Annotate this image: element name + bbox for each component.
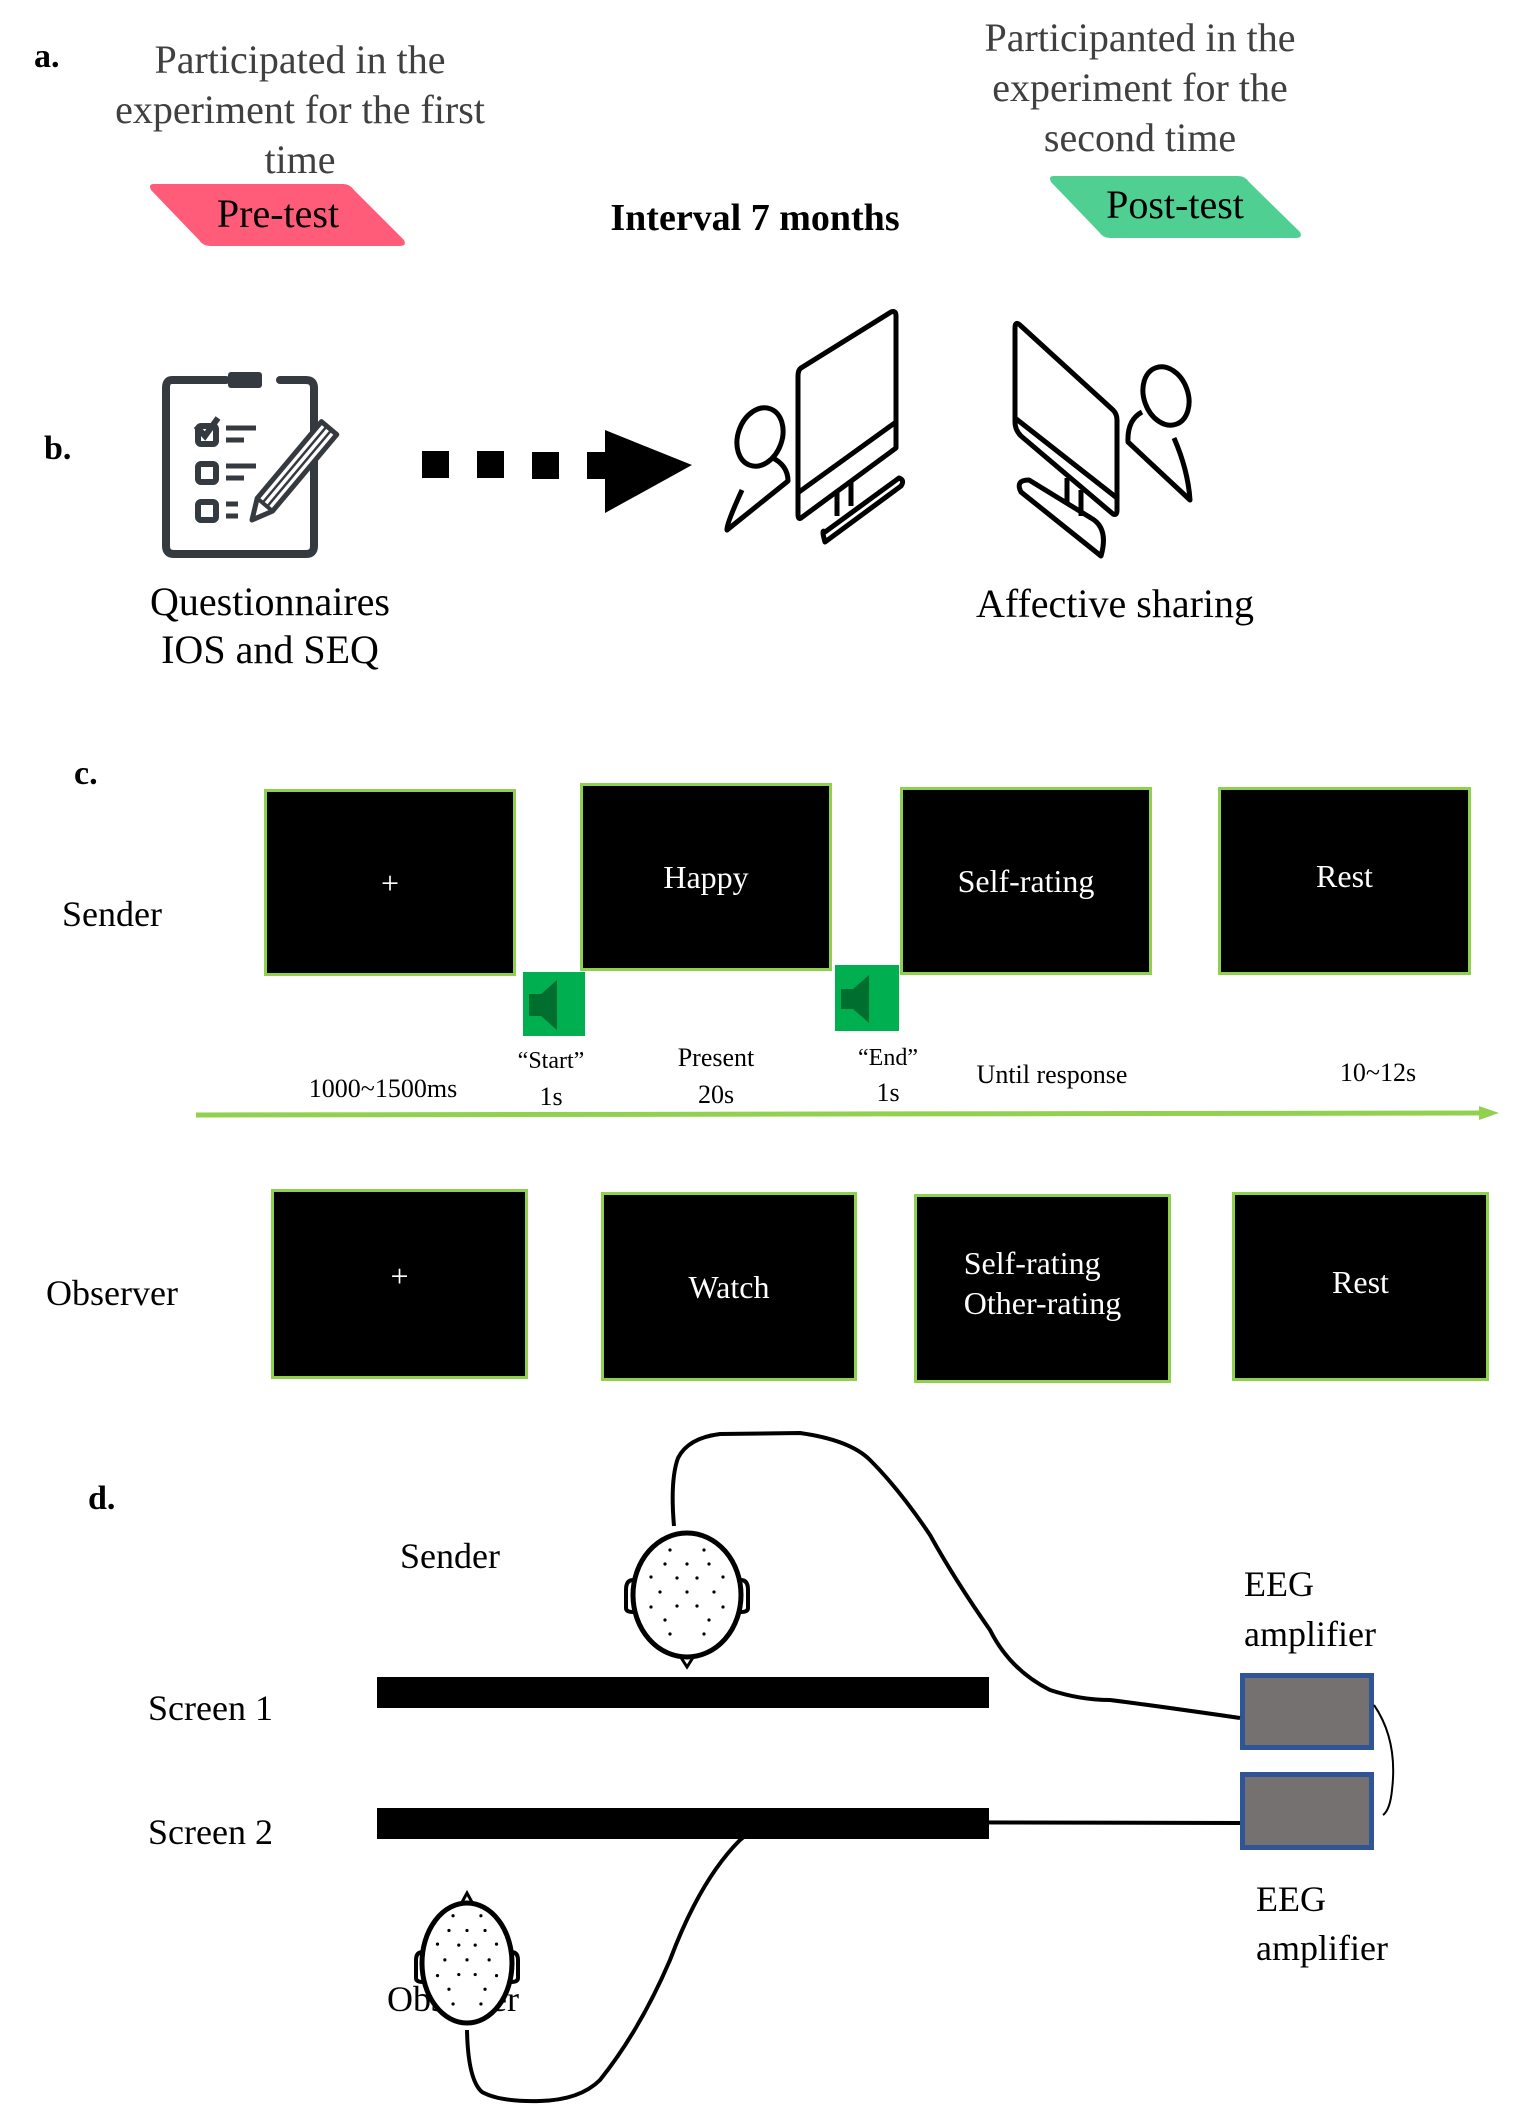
electrode-dot [649, 1605, 653, 1609]
electrode-dot [473, 1943, 477, 1947]
electrode-dot [695, 1576, 699, 1580]
sender-head-icon [624, 1530, 750, 1670]
electrode-dot [435, 1942, 440, 1946]
amplifier-link-cable [1373, 1704, 1395, 1816]
electrode-dot [479, 1914, 483, 1918]
electrode-dot [675, 1604, 679, 1608]
electrode-dot [668, 1632, 672, 1636]
electrode-dot [668, 1548, 672, 1552]
electrode-dot [702, 1632, 706, 1636]
observer-eeg-cable [465, 1819, 1241, 2104]
electrode-dot [695, 1604, 699, 1608]
electrode-dot [483, 1928, 487, 1933]
electrode-dot [447, 1928, 451, 1933]
electrode-dot [483, 1987, 487, 1991]
electrode-dot [658, 1590, 662, 1594]
electrode-dot [649, 1575, 653, 1579]
electrode-dot [447, 1987, 451, 1991]
electrode-dot [465, 1958, 469, 1962]
electrode-dot [685, 1562, 689, 1566]
electrode-dot [685, 1590, 689, 1594]
electrode-dot [702, 1548, 706, 1552]
electrode-dot [457, 1972, 461, 1977]
electrode-dot [712, 1590, 716, 1594]
electrode-dot [451, 1914, 455, 1918]
electrode-dot [473, 1972, 477, 1977]
electrode-dot [707, 1562, 711, 1566]
observer-head-icon [414, 1889, 520, 2026]
electrode-dot [721, 1575, 725, 1579]
electrode-dot [479, 2002, 483, 2006]
eeg-wiring-diagram [414, 1430, 1395, 2104]
electrode-dot [675, 1576, 679, 1580]
electrode-dot [494, 1974, 499, 1978]
electrode-dot [663, 1562, 667, 1566]
electrode-dot [494, 1942, 499, 1946]
electrode-dot [721, 1605, 725, 1609]
electrode-dot [451, 2002, 455, 2006]
electrode-dot [707, 1618, 711, 1622]
electrode-dot [487, 1958, 491, 1962]
sender-eeg-cable [670, 1430, 1241, 1720]
electrode-dot [663, 1618, 667, 1622]
electrode-dot [457, 1943, 461, 1947]
electrode-dot [465, 1928, 469, 1933]
electrode-dot [435, 1974, 440, 1978]
electrode-dot [443, 1958, 447, 1962]
